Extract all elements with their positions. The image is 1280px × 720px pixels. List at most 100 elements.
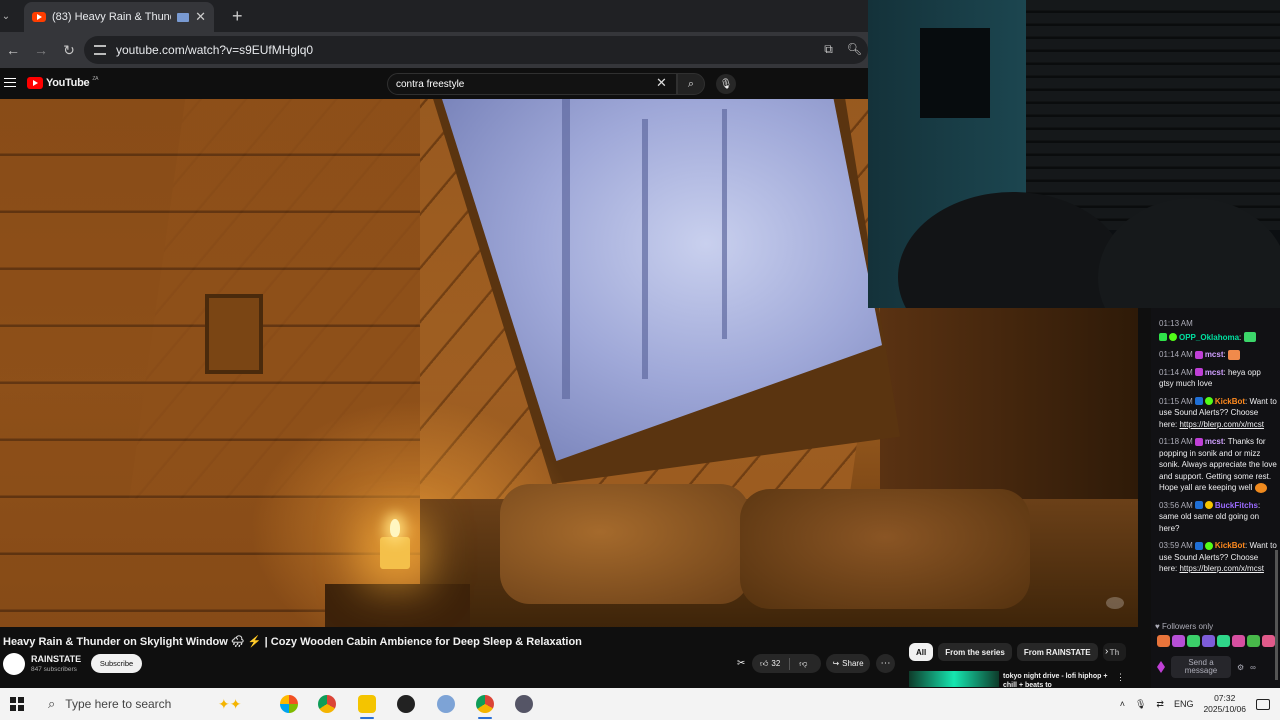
chat-users-icon[interactable]: ∞ [1250,663,1256,672]
chat-emote [1243,332,1256,343]
like-dislike-bar: 👍︎ 32 👎︎ [752,654,821,673]
chat-username[interactable]: mcst [1205,437,1224,446]
chrome-profile-icon[interactable] [476,695,494,713]
chat-time: 03:59 AM [1159,541,1193,550]
chat-username[interactable]: OPP_Oklahoma [1179,333,1239,342]
chat-time: 01:18 AM [1159,437,1193,446]
chat-message-input[interactable]: Send a message [1171,656,1231,678]
gifter-badge-icon [1194,437,1203,446]
bot-badge-icon [1194,397,1203,406]
chat-username[interactable]: BuckFitchs [1215,501,1258,510]
app-icon-2[interactable] [515,695,533,713]
chat-link[interactable]: https://blerp.com/x/mcst [1179,420,1263,429]
browser-tab-bar: ⌄ (83) Heavy Rain & Thunder ✕ + [0,0,868,32]
chat-username[interactable]: mcst [1205,368,1224,377]
reload-icon[interactable]: ↻ [62,42,76,59]
tray-chevron-icon[interactable]: ˄ [1120,699,1125,709]
tab-search-chevron-icon[interactable]: ⌄ [0,0,12,32]
more-actions-button[interactable]: ⋯ [876,654,895,673]
zoom-icon[interactable]: 🔍︎ [847,42,862,57]
subscriber-badge-icon [1159,333,1167,342]
pillow-left [500,484,750,604]
windows-start-icon[interactable] [10,697,24,711]
obs-icon[interactable] [397,695,415,713]
candle [380,537,410,569]
chat-username[interactable]: mcst [1205,350,1224,359]
menu-icon[interactable] [4,78,16,87]
chevron-right-icon[interactable]: › [1105,646,1108,657]
subscribe-button[interactable]: Subscribe [91,654,142,673]
clip-icon[interactable]: ✂︎ [737,658,745,669]
windows-taskbar: ⌕ Type here to search ✦✦ ˄ 🎙︎ ⇄ ENG 07:3… [0,688,1280,720]
share-button[interactable]: ↪ Share [826,654,870,673]
language-indicator[interactable]: ENG [1174,699,1194,709]
emote-button[interactable] [1157,635,1170,647]
related-chips: All From the series From RAINSTATE Th [909,643,1127,661]
file-explorer-icon[interactable] [358,695,376,713]
clock-time: 07:32 [1214,693,1236,703]
youtube-favicon-icon [32,12,46,22]
emote-button[interactable] [1172,635,1185,647]
bits-icon[interactable] [1157,661,1165,673]
clock[interactable]: 07:32 2025/10/06 [1203,693,1246,715]
emote-button[interactable] [1217,635,1230,647]
chrome-icon[interactable] [318,695,336,713]
candle-flame [390,519,400,537]
video-overlay-button[interactable] [1106,597,1124,609]
thumbs-down-icon[interactable]: 👎︎ [799,659,807,669]
app-icon[interactable] [437,695,455,713]
back-arrow-icon[interactable]: ← [6,42,20,58]
network-icon[interactable]: ⇄ [1156,699,1164,710]
channel-avatar[interactable] [3,653,25,675]
chat-input-placeholder: Send a message [1184,658,1218,675]
chat-settings-icon[interactable]: ⚙︎ [1237,663,1244,672]
new-tab-button[interactable]: + [232,6,243,27]
site-info-icon[interactable] [94,45,106,55]
close-tab-icon[interactable]: ✕ [195,9,206,25]
youtube-logo[interactable]: YouTube ZA [27,76,98,89]
chat-message: OPP_Oklahoma: [1159,332,1277,344]
chat-emote [1227,349,1240,360]
like-count[interactable]: 32 [771,659,780,668]
search-input[interactable]: contra freestyle [387,73,677,95]
voice-search-button[interactable]: 🎙︎ [716,74,736,94]
chat-message: 01:18 AM mcst: Thanks for popping in soni… [1159,436,1277,494]
webcam-overlay [868,0,1280,308]
copilot-icon[interactable] [280,695,298,713]
chip-from-channel[interactable]: From RAINSTATE [1016,643,1098,661]
emote-button[interactable] [1247,635,1260,647]
chat-messages: 01:13 AM OPP_Oklahoma: 01:14 AM mcst: 01:… [1159,318,1277,581]
chip-from-series[interactable]: From the series [938,643,1012,661]
emote-button[interactable] [1187,635,1200,647]
share-icon: ↪ [832,659,840,668]
microphone-icon[interactable]: 🎙︎ [1135,699,1146,710]
forward-arrow-icon[interactable]: → [34,42,48,58]
chat-time: 01:14 AM [1159,350,1193,359]
sparkle-icon[interactable]: ✦✦ [218,696,241,713]
bot-badge-icon [1194,501,1203,510]
emote-button[interactable] [1232,635,1245,647]
search-button[interactable]: ⌕ [677,73,705,95]
taskbar-search-placeholder: Type here to search [65,697,172,711]
notifications-icon[interactable] [1256,698,1270,710]
gold-badge-icon [1204,501,1213,510]
emote-button[interactable] [1262,635,1275,647]
search-icon: ⌕ [687,77,695,90]
browser-tab[interactable]: (83) Heavy Rain & Thunder ✕ [24,2,214,32]
recommended-video-thumbnail[interactable] [909,671,999,687]
channel-name[interactable]: RAINSTATE [31,654,81,664]
chat-time: 01:13 AM [1159,319,1193,328]
emote-button[interactable] [1202,635,1215,647]
chat-username[interactable]: KickBot [1215,397,1245,406]
thumbs-up-icon[interactable]: 👍︎ [760,659,768,669]
tab-title: (83) Heavy Rain & Thunder [52,11,171,23]
recommended-more-icon[interactable]: ⋮ [1116,672,1125,683]
address-bar[interactable]: youtube.com/watch?v=s9EUfMHglq0 ⧉ 🔍︎ [84,36,868,64]
chat-username[interactable]: KickBot [1215,541,1245,550]
chat-link[interactable]: https://blerp.com/x/mcst [1179,564,1263,573]
chip-all[interactable]: All [909,643,934,661]
install-app-icon[interactable]: ⧉ [824,42,833,57]
chat-scrollbar[interactable] [1275,550,1278,680]
clock-date: 2025/10/06 [1203,704,1246,714]
clear-search-icon[interactable]: ✕ [656,75,667,91]
